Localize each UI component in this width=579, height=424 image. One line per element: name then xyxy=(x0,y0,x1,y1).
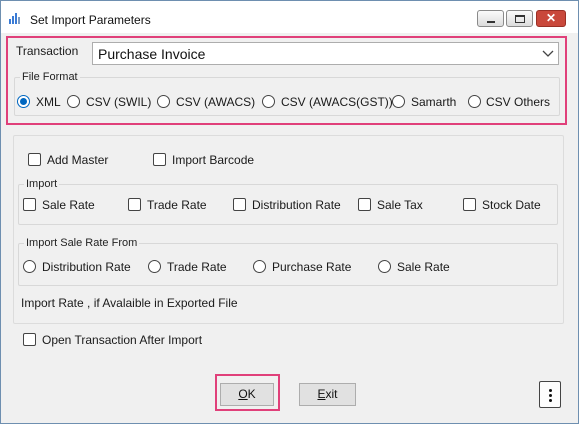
import-barcode-label: Import Barcode xyxy=(172,153,255,167)
exit-label: xit xyxy=(325,387,338,401)
add-master-label: Add Master xyxy=(47,153,109,167)
title-bar: Set Import Parameters ✕ xyxy=(1,1,578,33)
app-icon xyxy=(9,13,20,24)
add-master-checkbox[interactable] xyxy=(28,153,41,166)
transaction-label: Transaction xyxy=(16,44,79,58)
radio-label-from-purchase-rate: Purchase Rate xyxy=(272,260,352,274)
dialog-window: Set Import Parameters ✕ Transaction Purc… xyxy=(0,0,579,424)
radio-label-from-sale-rate: Sale Rate xyxy=(397,260,450,274)
import-rate-note: Import Rate , if Avalaible in Exported F… xyxy=(21,296,238,310)
close-button[interactable]: ✕ xyxy=(536,10,566,27)
chevron-down-icon xyxy=(542,50,554,57)
maximize-button[interactable] xyxy=(506,10,533,27)
exit-button[interactable]: Exit xyxy=(299,383,356,406)
import-trade-rate-checkbox[interactable] xyxy=(128,198,141,211)
import-trade-rate-label: Trade Rate xyxy=(147,198,207,212)
kebab-dot xyxy=(549,389,552,392)
minimize-icon xyxy=(487,21,495,23)
radio-label-csv-others: CSV Others xyxy=(486,95,551,109)
maximize-icon xyxy=(515,15,525,23)
exit-accel: E xyxy=(317,387,326,401)
radio-xml[interactable] xyxy=(17,95,30,108)
import-barcode-checkbox[interactable] xyxy=(153,153,166,166)
open-transaction-checkbox[interactable] xyxy=(23,333,36,346)
radio-csv-awacs[interactable] xyxy=(157,95,170,108)
radio-label-from-trade-rate: Trade Rate xyxy=(167,260,227,274)
radio-csv-awacs-gst[interactable] xyxy=(262,95,275,108)
dialog-body: Transaction Purchase Invoice File Format… xyxy=(2,33,577,423)
kebab-dot xyxy=(549,394,552,397)
radio-label-csv-awacs: CSV (AWACS) xyxy=(176,95,256,109)
ok-accel: O xyxy=(238,387,248,401)
minimize-button[interactable] xyxy=(477,10,504,27)
import-stock-date-checkbox[interactable] xyxy=(463,198,476,211)
window-title: Set Import Parameters xyxy=(30,13,151,27)
radio-from-distribution-rate[interactable] xyxy=(23,260,36,273)
radio-label-xml: XML xyxy=(36,95,61,109)
radio-from-trade-rate[interactable] xyxy=(148,260,161,273)
radio-label-from-distribution-rate: Distribution Rate xyxy=(42,260,131,274)
radio-label-samarth: Samarth xyxy=(411,95,457,109)
close-icon: ✕ xyxy=(545,11,557,25)
file-format-label: File Format xyxy=(20,71,80,83)
import-sale-tax-checkbox[interactable] xyxy=(358,198,371,211)
more-options-button[interactable] xyxy=(539,381,561,408)
import-group-label: Import xyxy=(24,178,60,190)
ok-label: K xyxy=(247,387,256,401)
radio-samarth[interactable] xyxy=(392,95,405,108)
import-distribution-rate-label: Distribution Rate xyxy=(252,198,341,212)
radio-csv-swil[interactable] xyxy=(67,95,80,108)
radio-from-sale-rate[interactable] xyxy=(378,260,391,273)
open-transaction-label: Open Transaction After Import xyxy=(42,333,203,347)
radio-label-csv-swil: CSV (SWIL) xyxy=(86,95,152,109)
import-sale-tax-label: Sale Tax xyxy=(377,198,423,212)
radio-csv-others[interactable] xyxy=(468,95,481,108)
transaction-select[interactable]: Purchase Invoice xyxy=(92,42,559,65)
import-sale-rate-label: Sale Rate xyxy=(42,198,95,212)
transaction-value: Purchase Invoice xyxy=(98,46,206,62)
import-stock-date-label: Stock Date xyxy=(482,198,541,212)
kebab-dot xyxy=(549,399,552,402)
ok-button[interactable]: OK xyxy=(220,383,274,406)
radio-from-purchase-rate[interactable] xyxy=(253,260,266,273)
radio-label-csv-awacs-gst: CSV (AWACS(GST)) xyxy=(281,95,393,109)
import-sale-rate-checkbox[interactable] xyxy=(23,198,36,211)
import-sale-rate-from-label: Import Sale Rate From xyxy=(24,237,140,249)
import-distribution-rate-checkbox[interactable] xyxy=(233,198,246,211)
